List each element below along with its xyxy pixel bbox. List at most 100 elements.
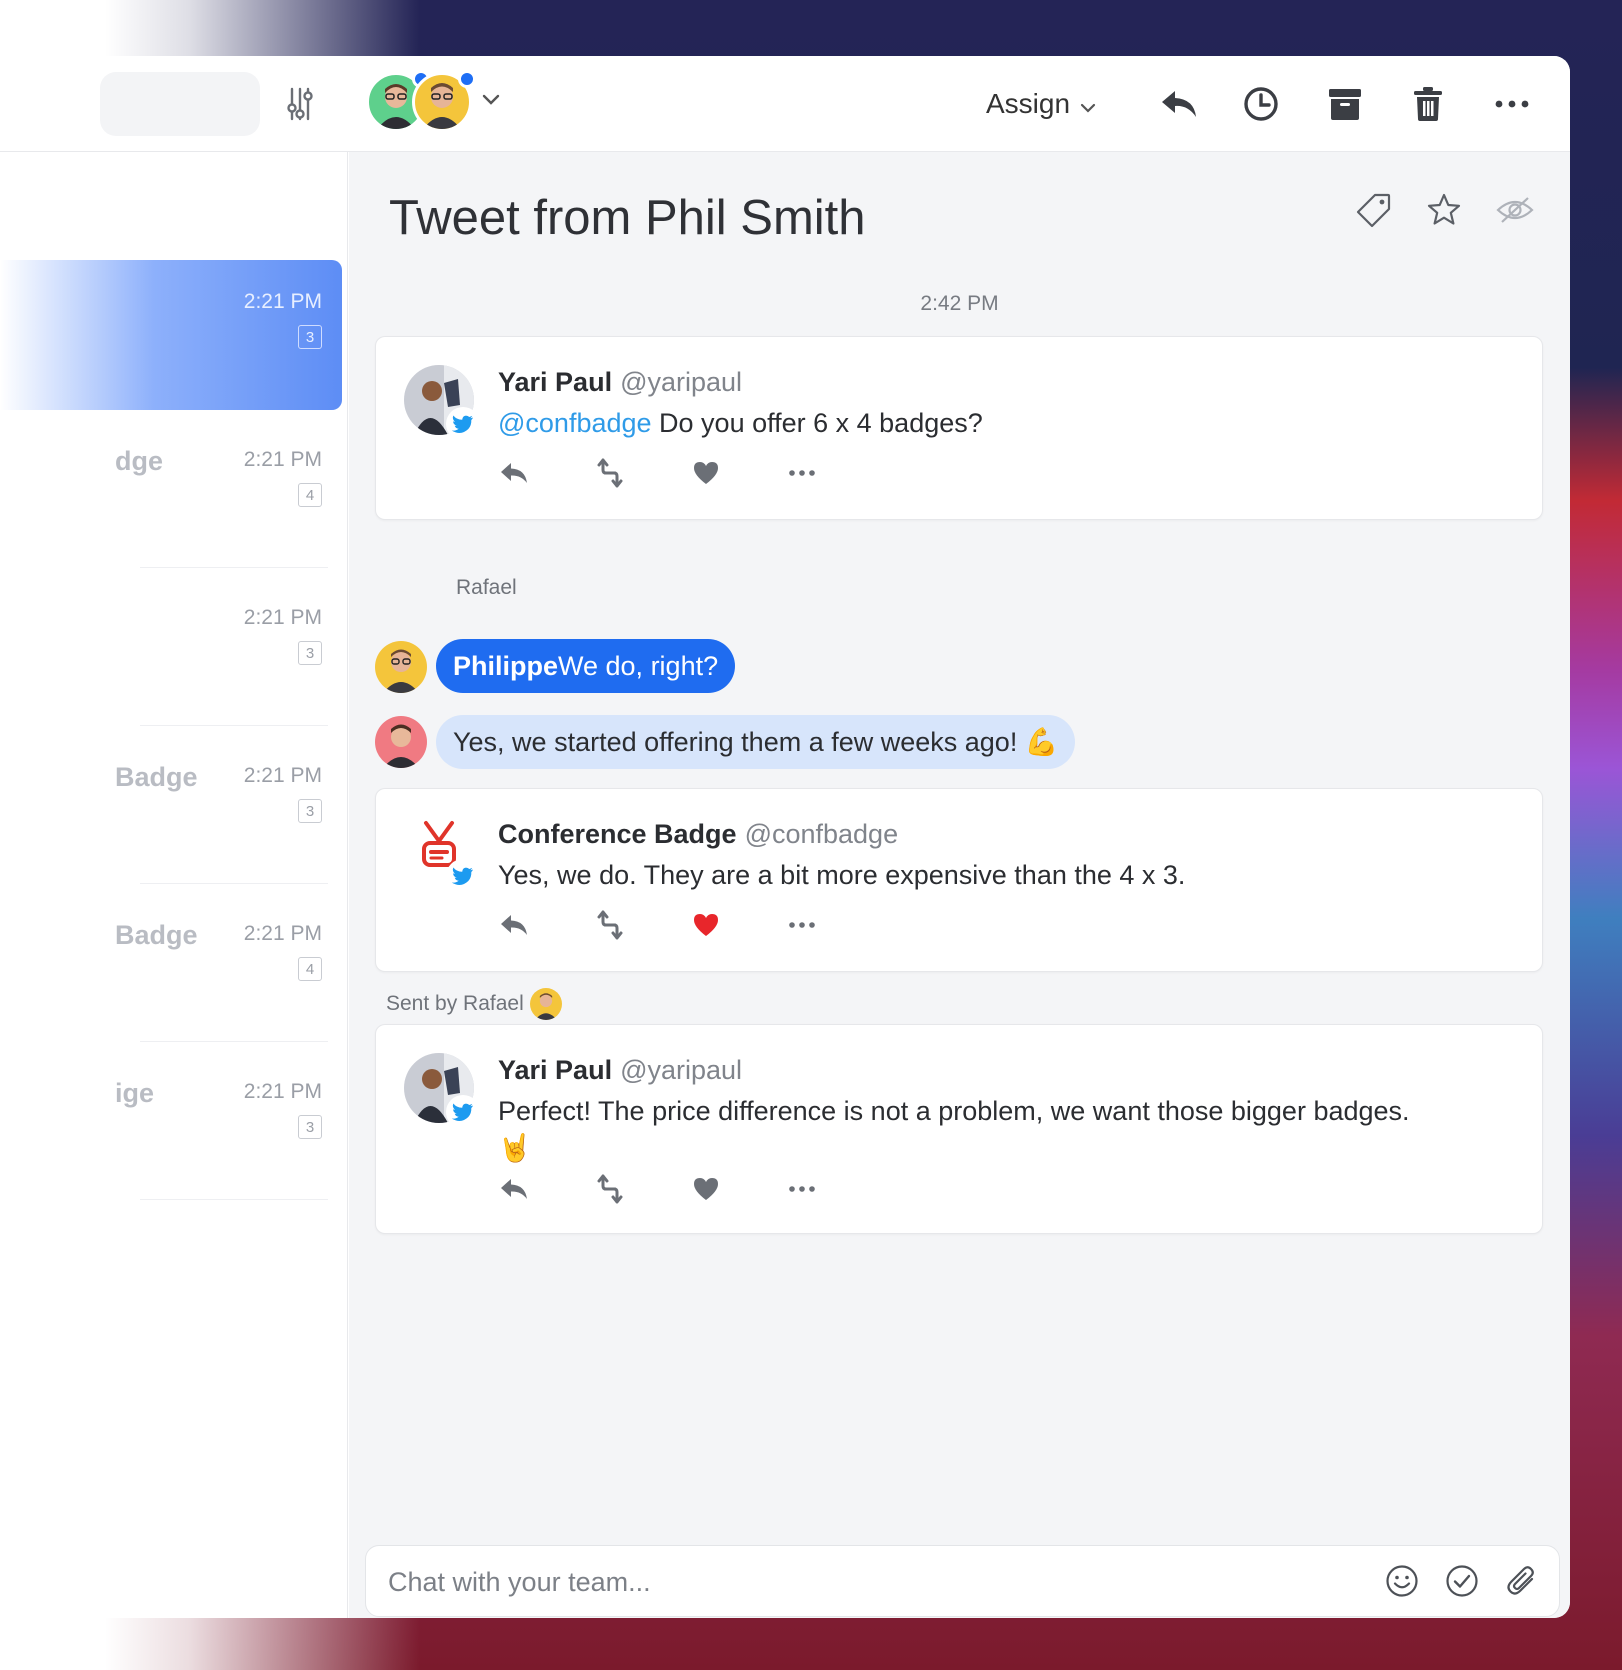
mention-user[interactable]: Philippe	[453, 651, 558, 682]
tweet-author: Yari Paul @yaripaul	[498, 1055, 742, 1086]
reply-icon[interactable]	[498, 909, 530, 941]
liked-heart-icon[interactable]	[690, 909, 722, 941]
chat-sender-label: Rafael	[456, 576, 517, 599]
tweet-actions	[498, 909, 818, 941]
tweet-text: @confbadge Do you offer 6 x 4 badges?	[498, 405, 1502, 442]
author-name: Yari Paul	[498, 1055, 613, 1085]
mention-link[interactable]: @confbadge	[498, 408, 652, 438]
list-item-time: 2:21 PM	[243, 764, 322, 787]
paperclip-icon[interactable]	[1505, 1564, 1539, 1603]
list-item-time: 2:21 PM	[243, 448, 322, 471]
page-title: Tweet from Phil Smith	[389, 191, 866, 245]
divider	[140, 567, 328, 568]
conversation-list: 2:21 PM 3 dge 2:21 PM 4 2:21 PM 3 Badge …	[0, 152, 348, 1618]
toolbar: Assign	[0, 56, 1570, 152]
composer	[365, 1545, 1560, 1617]
tweet-emoji: 🤘	[498, 1133, 532, 1163]
conversation-actions	[1356, 192, 1534, 233]
message-count-badge: 4	[298, 957, 322, 981]
twitter-icon	[446, 859, 480, 893]
avatar	[412, 70, 476, 132]
twitter-icon	[446, 407, 480, 441]
list-item[interactable]: dge 2:21 PM 4	[0, 418, 342, 568]
more-icon[interactable]	[786, 457, 818, 489]
list-item[interactable]: Badge 2:21 PM 4	[0, 892, 342, 1042]
chat-input[interactable]	[388, 1560, 1268, 1604]
divider	[140, 1041, 328, 1042]
tweet-card: Conference Badge @confbadge Yes, we do. T…	[375, 788, 1543, 972]
tweet-actions	[498, 457, 818, 489]
avatar	[375, 716, 427, 768]
tweet-body: Do you offer 6 x 4 badges?	[651, 408, 983, 438]
divider	[140, 725, 328, 726]
assign-button[interactable]: Assign	[986, 82, 1096, 126]
trash-icon[interactable]	[1408, 84, 1448, 124]
list-item-time: 2:21 PM	[243, 1080, 322, 1103]
chat-message-text: We do, right?	[558, 650, 719, 681]
reply-icon[interactable]	[1158, 84, 1200, 124]
list-item-time: 2:21 PM	[243, 922, 322, 945]
hidden-eye-icon[interactable]	[1496, 192, 1534, 233]
chevron-down-icon[interactable]	[482, 93, 500, 111]
divider	[140, 883, 328, 884]
search-input[interactable]	[100, 72, 260, 136]
assignee-avatars[interactable]	[366, 70, 500, 134]
tweet-card: Yari Paul @yaripaul Perfect! The price di…	[375, 1024, 1543, 1234]
emoji-icon[interactable]	[1385, 1564, 1419, 1603]
checkmark-circle-icon[interactable]	[1445, 1564, 1479, 1603]
message-timestamp: 2:42 PM	[920, 292, 999, 315]
author-name: Conference Badge	[498, 819, 737, 849]
avatar	[404, 817, 480, 893]
list-item[interactable]: ige 2:21 PM 3	[0, 1050, 342, 1200]
avatar	[375, 641, 427, 693]
more-icon[interactable]	[786, 909, 818, 941]
app-window: Assign 2:21 PM 3 dge 2:21 PM 4 2:21 PM 3…	[0, 56, 1570, 1618]
retweet-icon[interactable]	[594, 1173, 626, 1205]
star-icon[interactable]	[1426, 192, 1462, 233]
author-handle[interactable]: @yaripaul	[620, 1055, 742, 1085]
list-item[interactable]: 2:21 PM 3	[0, 260, 342, 410]
sent-by-label: Sent by Rafael	[386, 988, 562, 1020]
list-item-time: 2:21 PM	[243, 606, 322, 629]
tweet-actions	[498, 1173, 818, 1205]
heart-icon[interactable]	[690, 1173, 722, 1205]
message-count-badge: 3	[298, 799, 322, 823]
list-item[interactable]: Badge 2:21 PM 3	[0, 734, 342, 884]
message-count-badge: 3	[298, 641, 322, 665]
sent-by-text: Sent by Rafael	[386, 992, 524, 1015]
archive-icon[interactable]	[1325, 84, 1365, 124]
avatar	[404, 365, 480, 441]
list-item-time: 2:21 PM	[243, 290, 322, 313]
tweet-author: Conference Badge @confbadge	[498, 819, 898, 850]
tag-icon[interactable]	[1356, 192, 1392, 233]
more-icon[interactable]	[786, 1173, 818, 1205]
more-icon[interactable]	[1492, 84, 1532, 124]
author-handle[interactable]: @yaripaul	[620, 367, 742, 397]
reply-icon[interactable]	[498, 457, 530, 489]
avatar	[404, 1053, 480, 1129]
retweet-icon[interactable]	[594, 457, 626, 489]
chat-message: Yes, we started offering them a few week…	[436, 715, 1076, 769]
list-item-subject: Badge	[115, 920, 198, 950]
message-count-badge: 4	[298, 483, 322, 507]
list-item[interactable]: 2:21 PM 3	[0, 576, 342, 726]
reply-icon[interactable]	[498, 1173, 530, 1205]
retweet-icon[interactable]	[594, 909, 626, 941]
tweet-card: Yari Paul @yaripaul @confbadge Do you off…	[375, 336, 1543, 520]
filter-sliders-icon[interactable]	[280, 84, 320, 124]
author-handle[interactable]: @confbadge	[745, 819, 899, 849]
divider	[140, 1199, 328, 1200]
tweet-body: Perfect! The price difference is not a p…	[498, 1096, 1410, 1126]
avatar	[529, 988, 562, 1020]
chevron-down-icon	[1080, 88, 1096, 120]
assign-label: Assign	[986, 88, 1071, 119]
twitter-icon	[446, 1095, 480, 1129]
list-item-subject: ige	[115, 1078, 155, 1108]
chat-message: Philippe We do, right?	[436, 639, 736, 693]
clock-icon[interactable]	[1241, 84, 1281, 124]
heart-icon[interactable]	[690, 457, 722, 489]
conversation-pane: Tweet from Phil Smith 2:42 PM Yari Paul @…	[349, 152, 1570, 1618]
online-indicator	[458, 70, 476, 88]
list-item-subject: Badge	[115, 762, 198, 792]
message-count-badge: 3	[298, 325, 322, 349]
